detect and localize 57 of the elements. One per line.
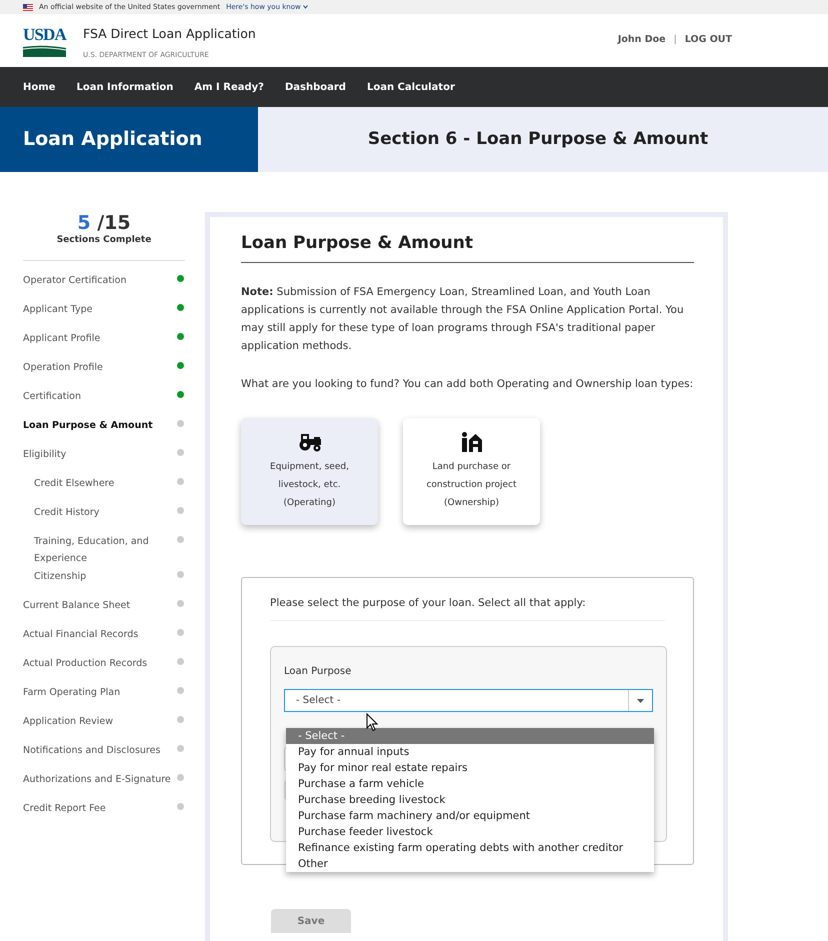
nav-link[interactable]: Dashboard [284,80,346,94]
dropdown-option[interactable]: Purchase a farm vehicle [286,776,654,792]
sidebar-item[interactable]: Applicant Profile [23,330,100,346]
chevron-down-icon [302,5,308,9]
instruction-text: Please select the purpose of your loan. Select all that apply: [270,596,665,621]
flag-icon [23,4,33,10]
sidebar-item[interactable]: Loan Purpose & Amount [23,416,153,434]
dropdown-option[interactable]: Purchase farm machinery and/or equipment [286,808,654,824]
nav-link[interactable]: Am I Ready? [194,80,264,94]
note-text: Note: Submission of FSA Emergency Loan, Streamlined Loan, and Youth Loan applications is currently not available through the FSA Online Application Portal. You may still apply for these type of loan programs through FSA's traditional paper application methods. [241,284,685,354]
sidebar-item[interactable]: Citizenship [23,568,163,584]
dropdown-option[interactable]: Purchase breeding livestock [286,792,654,808]
user-name: John Doe [618,33,666,48]
sidebar-item[interactable]: Credit History [23,504,163,520]
usda-logo[interactable]: USDA [23,24,73,56]
dropdown-option[interactable]: Purchase feeder livestock [286,824,654,840]
progress-label: Sections Complete [56,234,152,247]
sidebar-item[interactable]: Actual Production Records [23,654,148,672]
sidebar-item[interactable]: Credit Report Fee [23,800,106,816]
dropdown-option[interactable]: Other [286,856,654,872]
completed-count: 5 [77,212,91,234]
app-title: FSA Direct Loan Application [83,24,256,43]
sidebar-item[interactable]: Farm Operating Plan [23,684,120,700]
sidebar-item[interactable]: Authorizations and E-Signature [23,770,171,788]
total-count: /15 [97,212,131,234]
sidebar-item[interactable]: Certification [23,388,81,404]
loan-type-card[interactable]: Land purchase or construction project (Ownership) [403,418,540,526]
cursor-icon [366,713,378,732]
sidebar-item[interactable]: Operation Profile [23,358,103,376]
farmer-barn-icon [460,432,482,452]
sidebar-item[interactable]: Notifications and Disclosures [23,742,160,758]
sidebar-item[interactable]: Operator Certification [23,272,127,288]
nav-link[interactable]: Loan Information [76,80,174,94]
dropdown-option[interactable]: Refinance existing farm operating debts with another creditor [286,840,654,856]
form-title: Loan Purpose & Amount [241,231,694,262]
dropdown-option[interactable]: - Select - [286,728,654,744]
logout-link[interactable]: LOG OUT [684,33,732,48]
question-text: What are you looking to fund? You can add both Operating and Ownership loan types: [241,376,692,392]
field-label: Loan Purpose [284,665,352,679]
sidebar-item[interactable]: Credit Elsewhere [23,474,163,492]
dropdown-option[interactable]: Pay for minor real estate repairs [286,760,654,776]
sidebar-item[interactable]: Current Balance Sheet [23,596,130,614]
sidebar-item[interactable]: Actual Financial Records [23,626,138,642]
page-title: Loan Application [23,127,202,152]
separator: | [674,33,677,48]
sidebar-item[interactable]: Eligibility [23,446,66,462]
sidebar-item[interactable]: Application Review [23,712,113,730]
caret-icon [637,698,644,702]
loan-purpose-select[interactable]: - Select - [284,689,653,712]
loan-type-card[interactable]: Equipment, seed, livestock, etc. (Operating) [241,418,378,526]
nav-link[interactable]: Home [23,80,56,94]
section-title: Section 6 - Loan Purpose & Amount [368,128,708,151]
sidebar-item[interactable]: Training, Education, and Experience [23,532,163,566]
nav-link[interactable]: Loan Calculator [366,80,455,94]
dropdown-option[interactable]: Pay for annual inputs [286,744,654,760]
sidebar-item[interactable]: Applicant Type [23,300,92,318]
tractor-icon [298,432,322,452]
